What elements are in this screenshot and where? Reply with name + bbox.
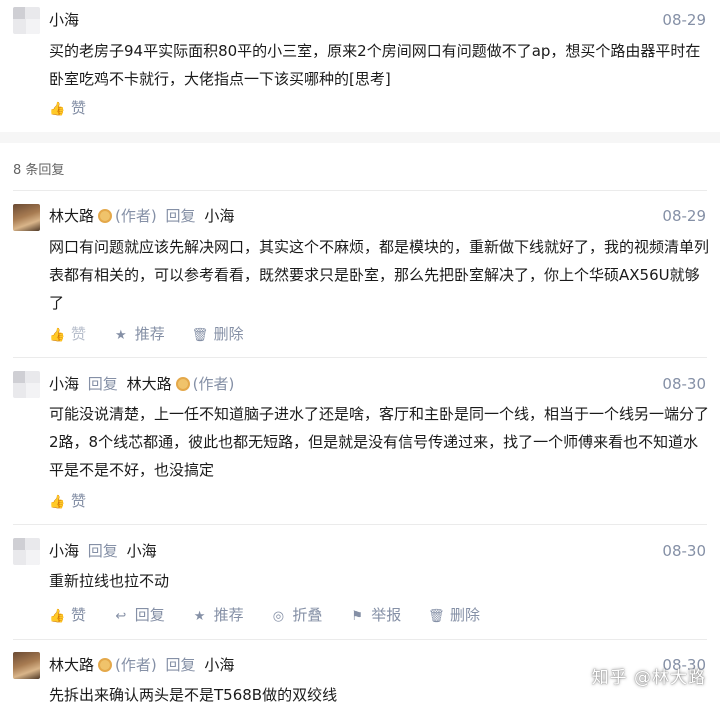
reply-date: 08-29 [662, 207, 706, 225]
avatar[interactable] [13, 204, 40, 231]
divider [13, 524, 707, 525]
reply-arrow-icon: ↩ [115, 609, 127, 624]
section-gap [0, 132, 720, 143]
comment-text: 买的老房子94平实际面积80平的小三室，原来2个房间网口有问题做不了ap，想买个… [49, 42, 701, 88]
divider [13, 639, 707, 640]
author-name[interactable]: 小海 [49, 375, 79, 393]
reply-word: 回复 [87, 375, 118, 393]
avatar[interactable] [13, 652, 40, 679]
author-tag: (作者) [115, 656, 157, 674]
report-button[interactable]: ⚑ 举报 [349, 605, 401, 627]
delete-button[interactable]: 🗑 删除 [428, 605, 480, 627]
thumbs-up-icon: 👍 [49, 495, 66, 510]
like-button[interactable]: 👍 赞 [49, 605, 86, 627]
recommend-button[interactable]: ★ 推荐 [192, 605, 244, 627]
reply-header: 小海 回复 小海 [49, 541, 157, 561]
like-button[interactable]: 👍 赞 [49, 324, 86, 346]
eye-off-icon: ◎ [272, 609, 285, 624]
reply-header: 林大路 (作者) 回复 小海 [49, 655, 234, 675]
reply-actions: 👍 赞 [49, 491, 108, 513]
reply-to-name[interactable]: 林大路 [127, 375, 172, 393]
author-tag: (作者) [115, 207, 157, 225]
creator-badge-icon [175, 377, 190, 391]
star-icon: ★ [114, 328, 127, 343]
reply-text: 重新拉线也拉不动 [49, 572, 170, 590]
trash-icon: 🗑 [427, 609, 445, 624]
flag-icon: ⚑ [351, 609, 364, 624]
reply-header: 林大路 (作者) 回复 小海 [49, 206, 234, 226]
author-name[interactable]: 林大路 [49, 656, 94, 674]
author-tag: (作者) [192, 375, 235, 393]
reply-word: 回复 [165, 656, 196, 674]
comment-header: 小海 [49, 10, 79, 30]
reply-text: 可能没说清楚，上一任不知道脑子进水了还是啥，客厅和主卧是同一个线，相当于一个线另… [49, 405, 710, 479]
reply-to-name[interactable]: 小海 [204, 207, 234, 225]
creator-badge-icon [98, 658, 113, 672]
thumbs-up-icon: 👍 [49, 102, 66, 117]
reply-header: 小海 回复 林大路 (作者) [49, 374, 234, 394]
reply-actions: 👍 赞 ↩ 回复 ★ 推荐 ◎ 折叠 ⚑ 举报 🗑 删除 [49, 605, 502, 627]
comment-actions: 👍 赞 [49, 98, 108, 120]
reply-button[interactable]: ↩ 回复 [113, 605, 164, 627]
star-icon: ★ [193, 609, 206, 624]
avatar[interactable] [13, 7, 40, 34]
reply-date: 08-30 [662, 542, 706, 560]
reply-date: 08-30 [662, 375, 706, 393]
reply-word: 回复 [165, 207, 196, 225]
delete-button[interactable]: 🗑 删除 [192, 324, 244, 346]
reply-actions: 👍 赞 ★ 推荐 🗑 删除 [49, 324, 266, 346]
recommend-button[interactable]: ★ 推荐 [113, 324, 165, 346]
author-name[interactable]: 林大路 [49, 207, 94, 225]
reply-count: 8 条回复 [13, 163, 65, 178]
reply-word: 回复 [87, 542, 118, 560]
divider [13, 357, 707, 358]
trash-icon: 🗑 [191, 328, 209, 343]
like-button[interactable]: 👍 赞 [49, 98, 86, 120]
reply-to-name[interactable]: 小海 [204, 656, 234, 674]
avatar[interactable] [13, 371, 40, 398]
collapse-button[interactable]: ◎ 折叠 [270, 605, 323, 627]
avatar[interactable] [13, 538, 40, 565]
creator-badge-icon [98, 209, 113, 223]
thumbs-up-icon: 👍 [49, 609, 66, 624]
comment-date: 08-29 [662, 11, 706, 29]
reply-to-name[interactable]: 小海 [127, 542, 157, 560]
watermark: 知乎 @林大路 [591, 668, 706, 688]
reply-text: 网口有问题就应该先解决网口，其实这个不麻烦，都是模块的，重新做下线就好了，我的视… [49, 238, 710, 312]
author-name[interactable]: 小海 [49, 11, 79, 29]
thumbs-up-icon: 👍 [49, 328, 66, 343]
divider [13, 190, 707, 191]
like-button[interactable]: 👍 赞 [49, 491, 86, 513]
author-name[interactable]: 小海 [49, 542, 79, 560]
